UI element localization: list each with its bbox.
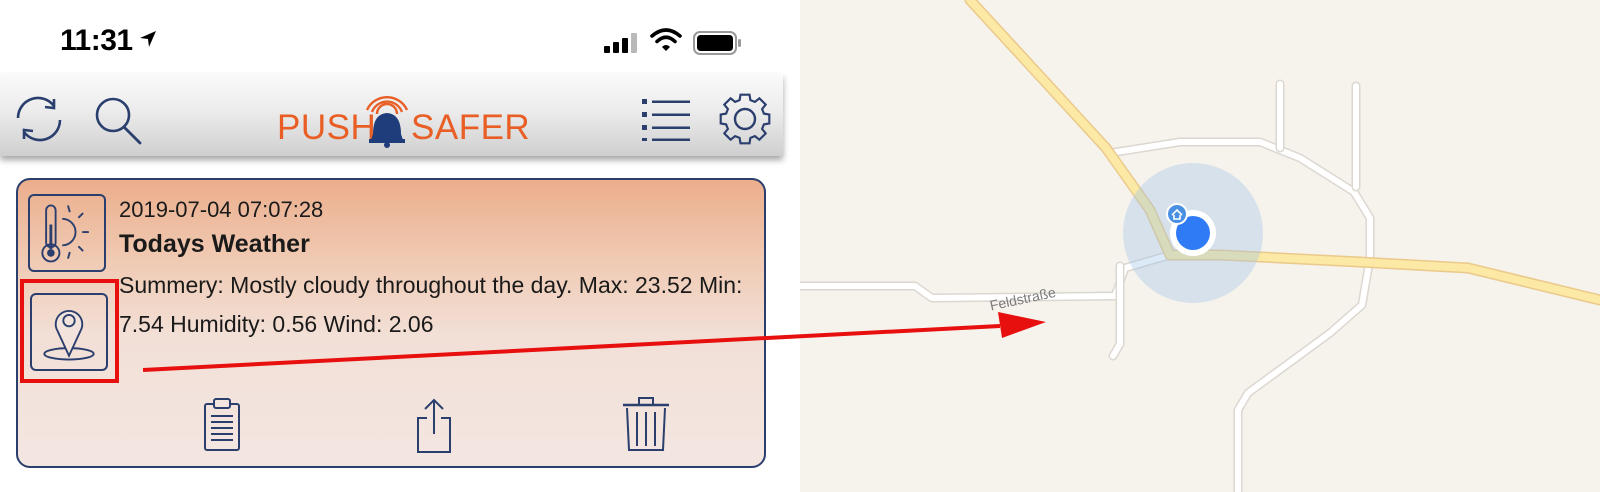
list-icon[interactable] — [640, 96, 692, 142]
bell-icon — [365, 96, 409, 148]
notification-date: 2019-07-04 07:07:28 — [119, 197, 324, 222]
status-time: 11:31 — [60, 24, 133, 57]
cellular-signal-icon — [604, 33, 637, 53]
map-view[interactable]: Feldstraße — [800, 0, 1600, 492]
phone-screen: 11:31 PUSH SAFER 2019-07-04 07:07:28 Tod… — [0, 0, 800, 492]
notification-card[interactable]: 2019-07-04 07:07:28 Todays Weather Summe… — [16, 178, 766, 468]
refresh-icon[interactable] — [10, 94, 68, 144]
highlight-box — [20, 279, 119, 383]
notification-title: Todays Weather — [119, 230, 310, 258]
search-icon[interactable] — [92, 94, 144, 146]
status-bar: 11:31 — [0, 0, 800, 74]
clipboard-icon[interactable] — [202, 396, 242, 452]
notification-message: Summery: Mostly cloudy throughout the da… — [119, 272, 743, 337]
current-location-marker — [1123, 163, 1263, 303]
street-label: Feldstraße — [988, 284, 1057, 314]
share-icon[interactable] — [414, 396, 454, 454]
pushsafer-logo: PUSH SAFER — [277, 86, 530, 148]
wifi-icon — [650, 28, 682, 51]
side-roads — [800, 79, 1375, 492]
location-arrow-icon — [140, 31, 156, 47]
trash-icon[interactable] — [621, 396, 671, 452]
battery-icon — [693, 31, 741, 55]
map-roads: Feldstraße — [800, 0, 1600, 492]
weather-icon — [28, 194, 106, 272]
app-toolbar: PUSH SAFER — [0, 74, 783, 156]
gear-icon[interactable] — [718, 92, 772, 146]
logo-text-safer: SAFER — [411, 108, 531, 147]
